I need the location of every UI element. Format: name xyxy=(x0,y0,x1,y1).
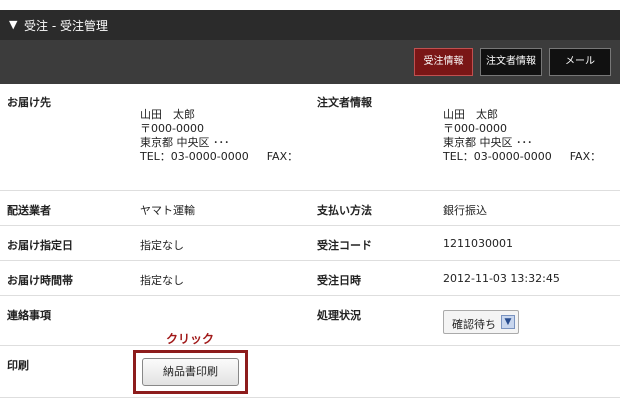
status-select[interactable]: 確認待ち ▼ xyxy=(443,310,519,334)
shipping-postal: 〒000-0000 xyxy=(140,122,204,135)
status-select-value: 確認待ち xyxy=(452,318,496,331)
delivery-time-value: 指定なし xyxy=(140,274,184,287)
tab-order-info[interactable]: 受注情報 xyxy=(414,48,473,76)
delivery-date-label: お届け指定日 xyxy=(7,239,73,252)
orderer-label: 注文者情報 xyxy=(317,96,372,109)
orderer-tel-fax: TEL：03-0000-0000 FAX： xyxy=(443,150,601,164)
delivery-time-row: お届け時間帯 指定なし 受注日時 2012-11-03 13:32:45 xyxy=(0,261,620,296)
shipping-tel: TEL：03-0000-0000 xyxy=(140,150,249,163)
shipping-address-line: 東京都 中央区 ･･･ xyxy=(140,136,230,149)
triangle-down-icon[interactable]: ▼ xyxy=(9,18,17,31)
print-label: 印刷 xyxy=(7,359,29,372)
shipping-tel-fax: TEL：03-0000-0000 FAX： xyxy=(140,150,298,164)
orderer-fax: FAX： xyxy=(569,150,602,163)
address-row: お届け先 山田 太郎 〒000-0000 東京都 中央区 ･･･ TEL：03-… xyxy=(0,84,620,191)
print-delivery-slip-button[interactable]: 納品書印刷 xyxy=(142,358,239,386)
click-annotation: クリック xyxy=(166,332,215,346)
orderer-postal: 〒000-0000 xyxy=(443,122,507,135)
shipping-name: 山田 太郎 xyxy=(140,108,195,121)
chevron-down-icon[interactable]: ▼ xyxy=(501,315,515,329)
order-datetime-label: 受注日時 xyxy=(317,274,361,287)
shipping-address-label: お届け先 xyxy=(7,96,51,109)
carrier-label: 配送業者 xyxy=(7,204,51,217)
status-label: 処理状況 xyxy=(317,309,361,322)
orderer-address: 山田 太郎 〒000-0000 東京都 中央区 ･･･ TEL：03-0000-… xyxy=(443,108,601,164)
payment-label: 支払い方法 xyxy=(317,204,372,217)
shipping-fax: FAX： xyxy=(266,150,299,163)
delivery-date-value: 指定なし xyxy=(140,239,184,252)
page-header: ▼ 受注 - 受注管理 xyxy=(0,10,620,40)
orderer-tel: TEL：03-0000-0000 xyxy=(443,150,552,163)
toolbar: 受注情報 注文者情報 メール xyxy=(0,40,620,84)
order-code-label: 受注コード xyxy=(317,239,372,252)
notes-label: 連絡事項 xyxy=(7,309,51,322)
orderer-name: 山田 太郎 xyxy=(443,108,498,121)
notes-row: 連絡事項 処理状況 確認待ち ▼ xyxy=(0,296,620,346)
carrier-row: 配送業者 ヤマト運輸 支払い方法 銀行振込 xyxy=(0,191,620,226)
print-row: 印刷 xyxy=(0,346,620,398)
delivery-date-row: お届け指定日 指定なし 受注コード 1211030001 xyxy=(0,226,620,261)
orderer-address-line: 東京都 中央区 ･･･ xyxy=(443,136,533,149)
order-code-value: 1211030001 xyxy=(443,237,513,250)
order-datetime-value: 2012-11-03 13:32:45 xyxy=(443,272,560,285)
shipping-address: 山田 太郎 〒000-0000 東京都 中央区 ･･･ TEL：03-0000-… xyxy=(140,108,298,164)
payment-value: 銀行振込 xyxy=(443,204,487,217)
tab-orderer-info[interactable]: 注文者情報 xyxy=(480,48,542,76)
carrier-value: ヤマト運輸 xyxy=(140,204,195,217)
delivery-time-label: お届け時間帯 xyxy=(7,274,73,287)
page-title: 受注 - 受注管理 xyxy=(24,19,108,33)
tab-mail[interactable]: メール xyxy=(549,48,611,76)
